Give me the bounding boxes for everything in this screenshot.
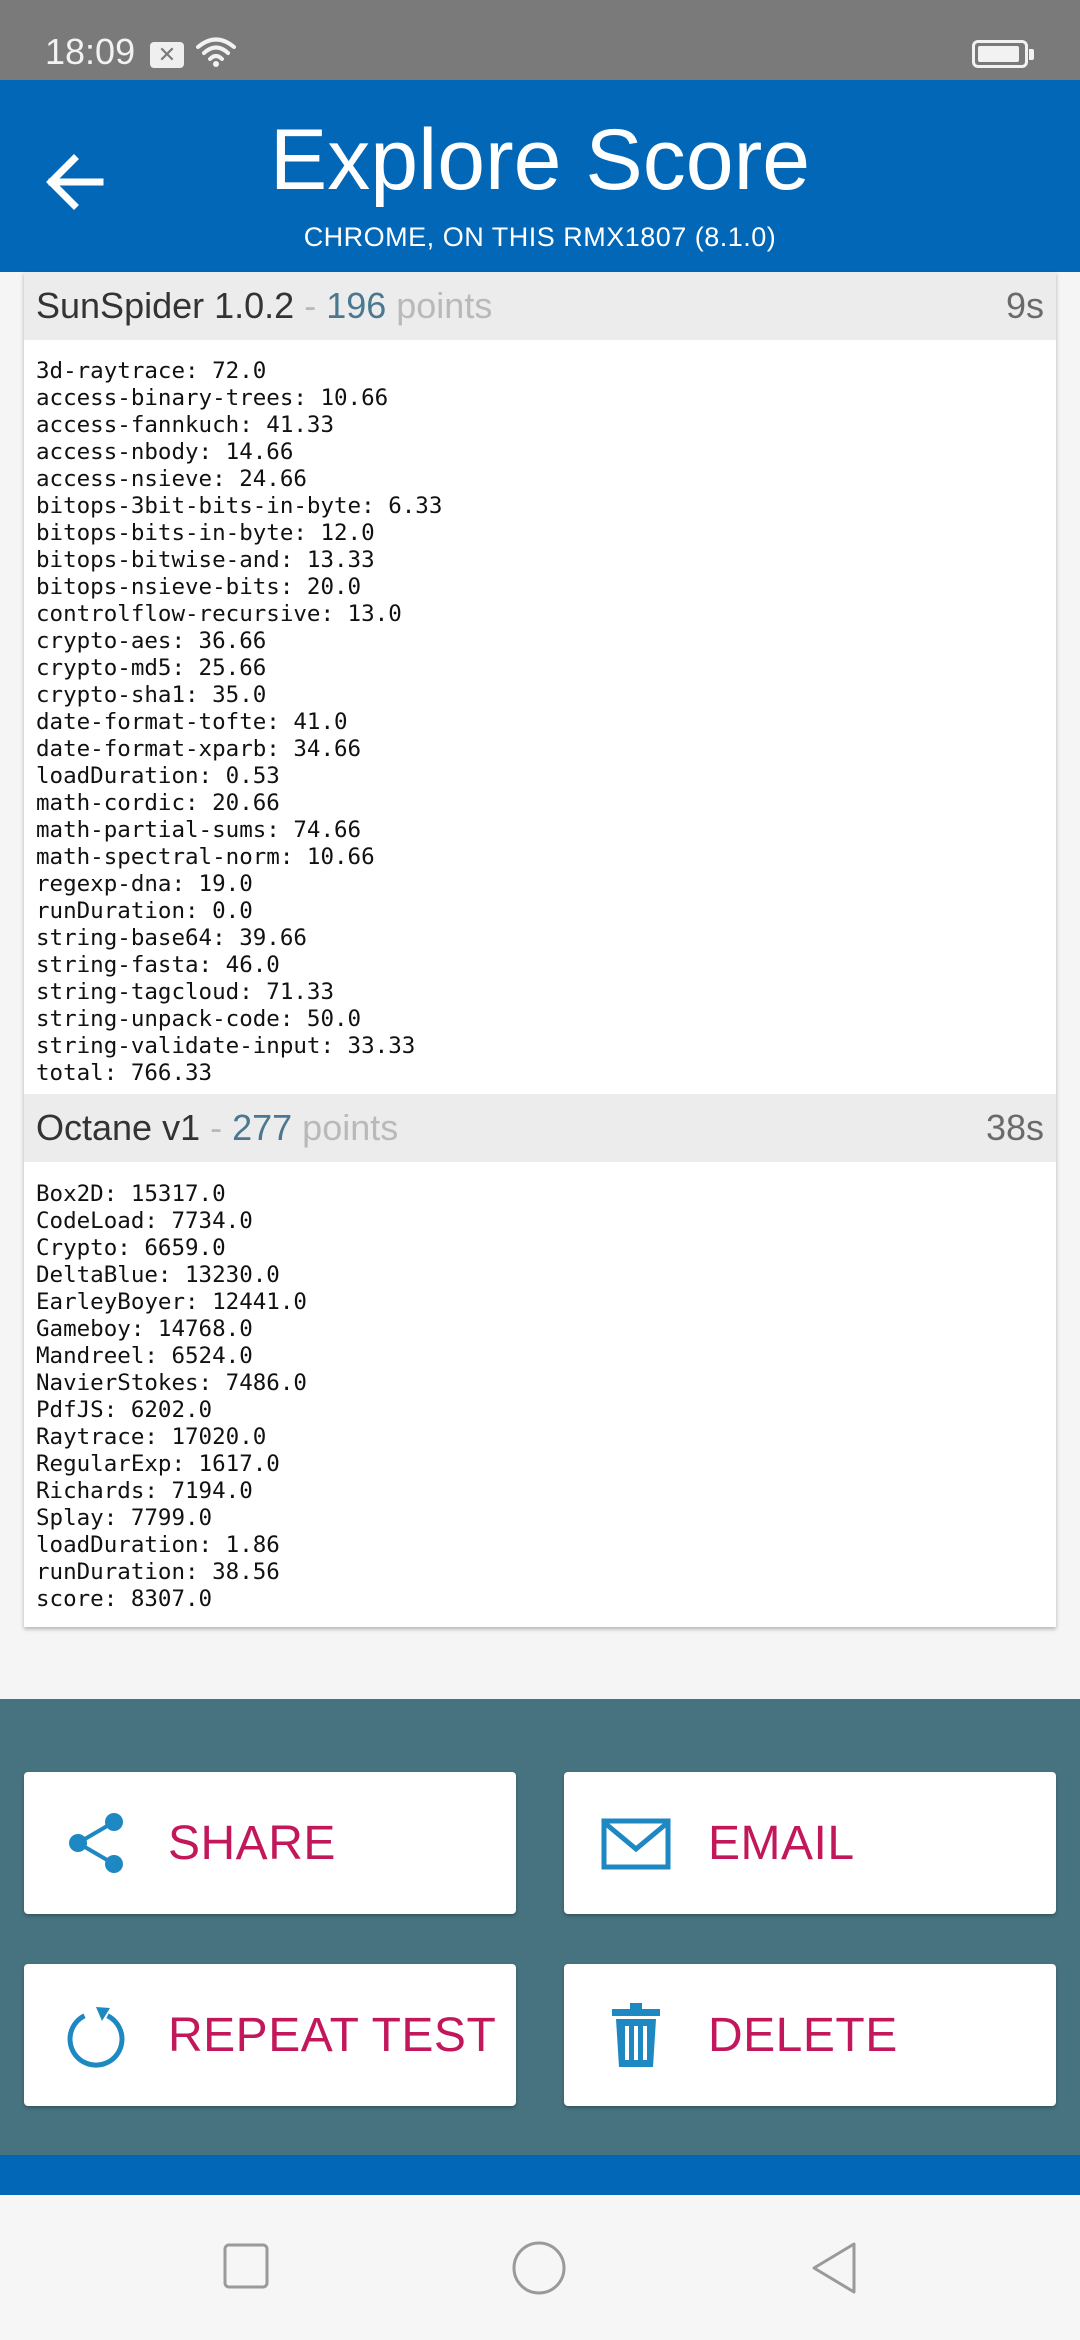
delete-button[interactable]: DELETE	[564, 1964, 1056, 2106]
result-line: score: 8307.0	[36, 1586, 213, 1612]
system-back-button[interactable]	[809, 2240, 859, 2301]
result-line: Richards: 7194.0	[36, 1478, 253, 1504]
result-line: loadDuration: 0.53	[36, 763, 280, 789]
result-line: NavierStokes: 7486.0	[36, 1370, 307, 1396]
envelope-icon	[601, 1818, 671, 1870]
repeat-test-button[interactable]: REPEAT TEST	[24, 1964, 516, 2106]
status-bar: 18:09 ✕	[0, 0, 1080, 80]
navigation-bar	[0, 2195, 1080, 2340]
wifi-icon	[196, 37, 236, 67]
separator: -	[304, 285, 317, 326]
results-card: SunSpider 1.0.2-196 points 9s 3d-raytrace…	[24, 272, 1056, 1627]
result-line: Raytrace: 17020.0	[36, 1424, 267, 1450]
repeat-test-label: REPEAT TEST	[168, 2009, 497, 2062]
share-button[interactable]: SHARE	[24, 1772, 516, 1914]
result-line: crypto-aes: 36.66	[36, 628, 267, 654]
app-header: Explore Score CHROME, ON THIS RMX1807 (8…	[0, 80, 1080, 272]
action-panel: SHARE EMAIL REPEAT TEST DELETE	[0, 1699, 1080, 2155]
email-button[interactable]: EMAIL	[564, 1772, 1056, 1914]
circle-icon	[512, 2241, 566, 2295]
result-line: runDuration: 38.56	[36, 1559, 280, 1585]
benchmark-title: SunSpider 1.0.2-196 points	[36, 286, 492, 326]
separator: -	[210, 1107, 223, 1148]
benchmark-points: 196	[326, 285, 387, 326]
result-line: total: 766.33	[36, 1060, 213, 1086]
benchmark-results-octane: Box2D: 15317.0 CodeLoad: 7734.0 Crypto: 66…	[36, 1181, 307, 1613]
benchmark-name: SunSpider 1.0.2	[36, 285, 295, 326]
result-line: controlflow-recursive: 13.0	[36, 601, 402, 627]
page-title: Explore Score	[269, 112, 811, 208]
email-label: EMAIL	[708, 1817, 855, 1870]
benchmark-name: Octane v1	[36, 1107, 201, 1148]
result-line: access-fannkuch: 41.33	[36, 412, 335, 438]
result-line: runDuration: 0.0	[36, 898, 253, 924]
result-line: math-cordic: 20.66	[36, 790, 280, 816]
bottom-stripe	[0, 2155, 1080, 2195]
result-line: crypto-md5: 25.66	[36, 655, 267, 681]
result-line: access-binary-trees: 10.66	[36, 385, 389, 411]
result-line: 3d-raytrace: 72.0	[36, 358, 267, 384]
delete-label: DELETE	[708, 2009, 898, 2062]
result-line: Crypto: 6659.0	[36, 1235, 226, 1261]
result-line: math-partial-sums: 74.66	[36, 817, 362, 843]
result-line: bitops-nsieve-bits: 20.0	[36, 574, 362, 600]
share-icon	[69, 1813, 123, 1873]
trash-icon	[612, 2003, 660, 2067]
result-line: CodeLoad: 7734.0	[36, 1208, 253, 1234]
result-line: math-spectral-norm: 10.66	[36, 844, 375, 870]
result-line: EarleyBoyer: 12441.0	[36, 1289, 307, 1315]
result-line: string-unpack-code: 50.0	[36, 1006, 362, 1032]
benchmark-points: 277	[232, 1107, 293, 1148]
result-line: Splay: 7799.0	[36, 1505, 213, 1531]
result-line: DeltaBlue: 13230.0	[36, 1262, 280, 1288]
result-line: bitops-bitwise-and: 13.33	[36, 547, 375, 573]
result-line: access-nsieve: 24.66	[36, 466, 307, 492]
result-line: bitops-bits-in-byte: 12.0	[36, 520, 375, 546]
result-line: string-base64: 39.66	[36, 925, 307, 951]
result-line: Gameboy: 14768.0	[36, 1316, 253, 1342]
result-line: loadDuration: 1.86	[36, 1532, 280, 1558]
recents-button[interactable]	[222, 2242, 270, 2295]
result-line: date-format-tofte: 41.0	[36, 709, 348, 735]
battery-icon	[972, 40, 1034, 68]
result-line: PdfJS: 6202.0	[36, 1397, 213, 1423]
result-line: bitops-3bit-bits-in-byte: 6.33	[36, 493, 443, 519]
triangle-icon	[812, 2242, 856, 2294]
share-label: SHARE	[168, 1817, 336, 1870]
square-icon	[223, 2243, 269, 2289]
refresh-icon	[67, 2007, 125, 2068]
home-button[interactable]	[511, 2240, 567, 2301]
benchmark-header-octane: Octane v1-277 points 38s	[24, 1094, 1056, 1162]
notification-icon: ✕	[150, 42, 184, 68]
benchmark-duration: 9s	[1005, 285, 1044, 326]
result-line: string-tagcloud: 71.33	[36, 979, 335, 1005]
benchmark-results-sunspider: 3d-raytrace: 72.0 access-binary-trees: 10…	[36, 358, 442, 1087]
benchmark-header-sunspider: SunSpider 1.0.2-196 points 9s	[24, 272, 1056, 340]
benchmark-title: Octane v1-277 points	[36, 1108, 398, 1148]
points-label: points	[396, 285, 493, 326]
status-time: 18:09	[45, 31, 136, 72]
result-line: string-fasta: 46.0	[36, 952, 280, 978]
result-line: date-format-xparb: 34.66	[36, 736, 362, 762]
result-line: Box2D: 15317.0	[36, 1181, 226, 1207]
result-line: crypto-sha1: 35.0	[36, 682, 267, 708]
result-line: access-nbody: 14.66	[36, 439, 294, 465]
result-line: RegularExp: 1617.0	[36, 1451, 280, 1477]
result-line: regexp-dna: 19.0	[36, 871, 253, 897]
benchmark-duration: 38s	[985, 1107, 1044, 1148]
points-label: points	[302, 1107, 399, 1148]
page-subtitle: CHROME, ON THIS RMX1807 (8.1.0)	[303, 222, 777, 252]
result-line: string-validate-input: 33.33	[36, 1033, 416, 1059]
result-line: Mandreel: 6524.0	[36, 1343, 253, 1369]
